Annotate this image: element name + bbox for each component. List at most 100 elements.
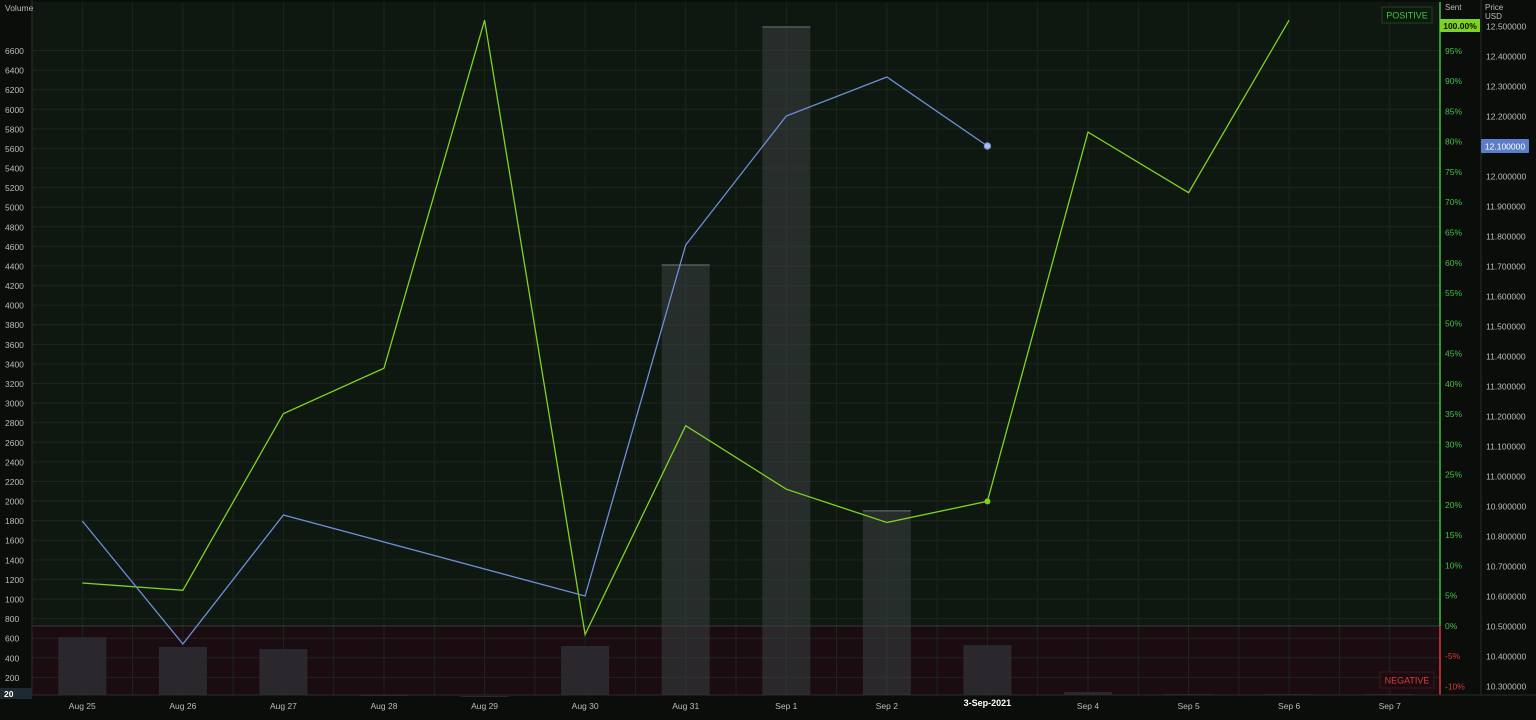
sent-tick-label: -10%	[1445, 681, 1465, 691]
price-tick-label: 11.400000	[1486, 352, 1526, 362]
chart-canvas: 200 400 600 800 1000 1200 1400 1600 1800 2000 2200…	[0, 0, 1536, 711]
volume-tick-label: 2200	[5, 477, 24, 487]
x-tick-label: Sep 7	[1379, 701, 1401, 711]
volume-bar	[661, 264, 710, 695]
sent-tick-label: 55%	[1445, 288, 1462, 298]
volume-tick-label: 1200	[5, 575, 24, 585]
volume-bar	[963, 645, 1012, 695]
volume-tick-label: 800	[5, 614, 19, 624]
volume-tick-label: 5600	[5, 144, 24, 154]
volume-bar	[58, 637, 107, 695]
volume-tick-label: 3800	[5, 320, 24, 330]
sent-tick-label: 75%	[1445, 167, 1462, 177]
x-tick-label: Sep 4	[1077, 701, 1099, 711]
price-tick-label: 12.500000	[1486, 22, 1526, 32]
negative-tag: NEGATIVE	[1385, 676, 1430, 686]
price-tick-label: 12.000000	[1486, 172, 1526, 182]
sent-tick-label: 80%	[1445, 137, 1462, 147]
volume-bar	[1265, 694, 1314, 696]
sent-tick-label: 0%	[1445, 621, 1458, 631]
volume-bar	[460, 695, 509, 697]
price-tick-label: 11.500000	[1486, 322, 1526, 332]
volume-tick-label: 3400	[5, 359, 24, 369]
price-tick-label: 10.600000	[1486, 592, 1526, 602]
volume-tick-label: 6000	[5, 105, 24, 115]
x-tick-label: Aug 30	[572, 701, 599, 711]
sent-tick-label: 85%	[1445, 106, 1462, 116]
x-tick-label: Sep 2	[876, 701, 898, 711]
volume-tick-label: 5200	[5, 183, 24, 193]
volume-tick-label: 6200	[5, 85, 24, 95]
price-marker	[983, 142, 992, 150]
sent-tick-label: 10%	[1445, 560, 1462, 570]
volume-tick-label: 2000	[5, 497, 24, 507]
sent-tick-label: 25%	[1445, 470, 1462, 480]
x-tick-label: Sep 1	[775, 701, 797, 711]
volume-tick-label: 1600	[5, 536, 24, 546]
volume-tick-label: 6600	[5, 46, 24, 56]
price-tick-label: 12.300000	[1486, 82, 1526, 92]
price-axis-title-1: Price	[1485, 3, 1504, 12]
price-axis-title-2: USD	[1485, 12, 1502, 21]
x-tick-label: Aug 27	[270, 701, 297, 711]
volume-bar	[1164, 694, 1213, 696]
volume-tick-label: 2400	[5, 457, 24, 467]
sent-tick-label: 15%	[1445, 530, 1462, 540]
sent-tick-label: 70%	[1445, 197, 1462, 207]
volume-tick-label: 400	[5, 653, 19, 663]
price-tick-label: 11.700000	[1486, 262, 1526, 272]
volume-tick-label: 3600	[5, 340, 24, 350]
volume-bar	[762, 26, 811, 696]
x-tick-label: Aug 26	[169, 701, 196, 711]
sent-tick-label: 20%	[1445, 500, 1462, 510]
volume-tick-label: 4000	[5, 301, 24, 311]
price-tick-label: 10.700000	[1486, 562, 1526, 572]
volume-tick-label: 5400	[5, 164, 24, 174]
volume-tick-label: 2600	[5, 438, 24, 448]
sent-tick-label: 95%	[1445, 46, 1462, 56]
x-tick-label: Aug 31	[672, 701, 699, 711]
price-tick-label: 11.200000	[1486, 412, 1526, 422]
volume-bar	[259, 648, 308, 695]
volume-tick-label: 5000	[5, 203, 24, 213]
sent-tick-label: 60%	[1445, 258, 1462, 268]
sent-tick-label: 30%	[1445, 439, 1462, 449]
sent-tick-label: 90%	[1445, 76, 1462, 86]
volume-tick-label: 200	[5, 673, 19, 683]
price-tick-label: 11.800000	[1486, 232, 1526, 242]
volume-tick-label: 5800	[5, 124, 24, 134]
price-tick-label: 10.800000	[1486, 532, 1526, 542]
volume-axis-title: Volume	[5, 3, 34, 13]
x-tick-label: Aug 25	[69, 701, 96, 711]
sent-tick-label: 45%	[1445, 349, 1462, 359]
volume-bar	[1365, 694, 1414, 696]
sent-tick-label: 40%	[1445, 379, 1462, 389]
price-badge: 12.100000	[1485, 142, 1525, 152]
x-tick-label: Aug 28	[371, 701, 398, 711]
price-tick-label: 11.000000	[1486, 472, 1526, 482]
sent-axis-title: Sent	[1445, 3, 1462, 12]
crosshair-date-label: 3-Sep-2021	[964, 698, 1012, 708]
sentiment-marker	[984, 498, 991, 505]
volume-tick-label: 3200	[5, 379, 24, 389]
volume-tick-label: 4800	[5, 222, 24, 232]
positive-tag: POSITIVE	[1386, 11, 1428, 21]
volume-badge: 20	[4, 689, 14, 699]
price-tick-label: 11.900000	[1486, 202, 1526, 212]
price-tick-label: 10.900000	[1486, 502, 1526, 512]
sent-badge: 100.00%	[1443, 21, 1477, 31]
sent-tick-label: 50%	[1445, 318, 1462, 328]
x-tick-label: Sep 5	[1177, 701, 1199, 711]
volume-tick-label: 3000	[5, 399, 24, 409]
sent-tick-label: 5%	[1445, 591, 1458, 601]
sent-tick-label: 65%	[1445, 227, 1462, 237]
price-tick-label: 11.100000	[1486, 442, 1526, 452]
volume-bar	[1064, 692, 1112, 695]
volume-bar	[360, 695, 408, 696]
volume-bar	[561, 646, 610, 695]
price-tick-label: 10.300000	[1486, 682, 1526, 692]
volume-bar	[158, 647, 207, 695]
sentiment-price-volume-chart: 200 400 600 800 1000 1200 1400 1600 1800 2000 2200…	[0, 0, 1536, 715]
price-tick-label: 12.200000	[1486, 112, 1526, 122]
volume-tick-label: 4400	[5, 261, 24, 271]
